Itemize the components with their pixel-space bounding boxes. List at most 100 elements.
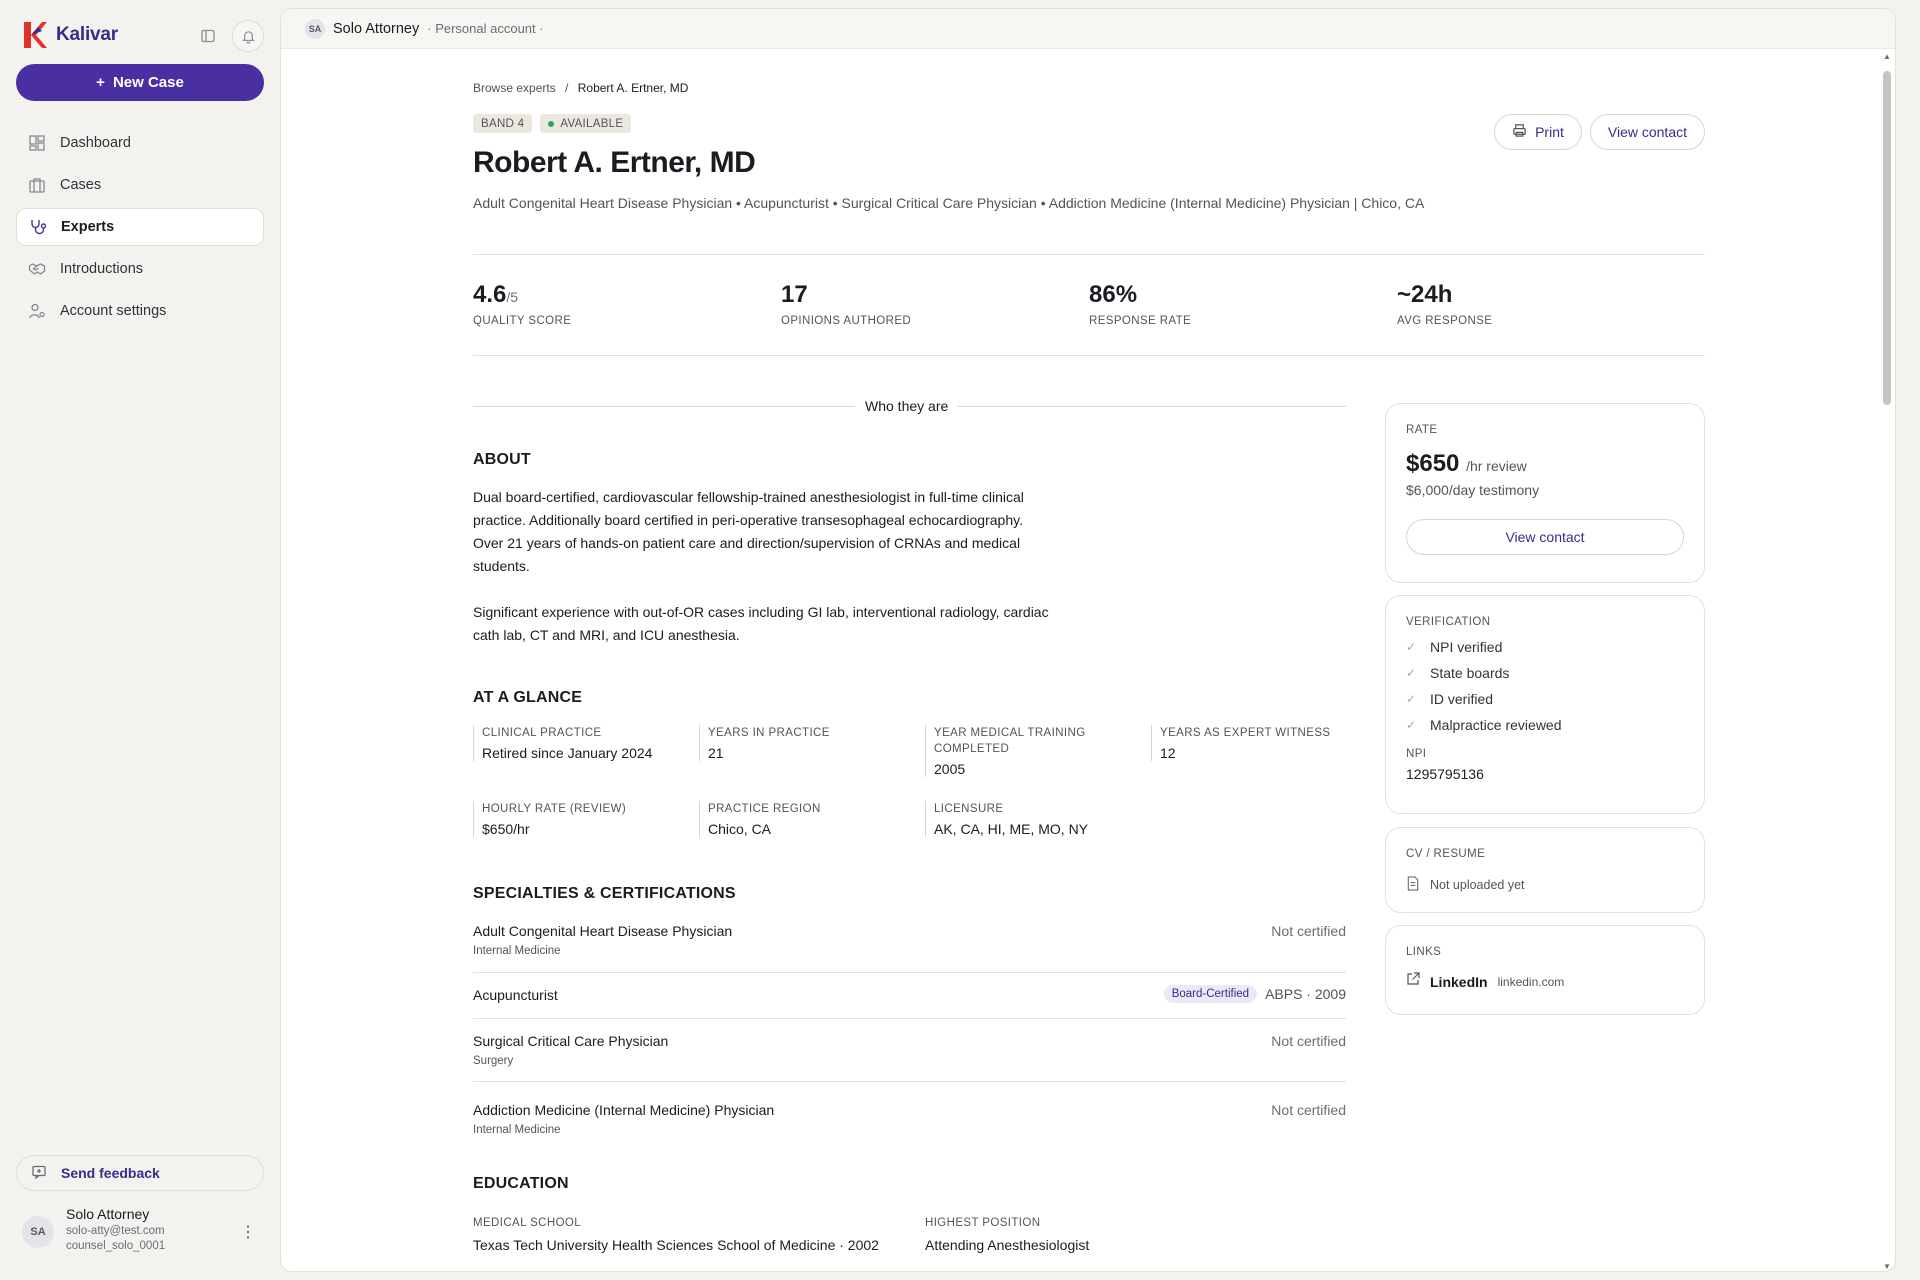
glance-hourly-rate: HOURLY RATE (REVIEW) $650/hr — [473, 801, 691, 837]
glance-value: Retired since January 2024 — [482, 745, 653, 761]
scrollbar-thumb[interactable] — [1883, 71, 1891, 405]
user-profile[interactable]: SA Solo Attorney solo-atty@test.com coun… — [22, 1206, 262, 1254]
divider-line — [957, 406, 1346, 407]
verification-text: State boards — [1430, 665, 1510, 681]
education-label: MEDICAL SCHOOL — [473, 1217, 582, 1229]
account-type: · Personal account · — [427, 21, 544, 36]
specialty-name: Adult Congenital Heart Disease Physician — [473, 923, 733, 939]
sidebar-item-dashboard[interactable]: Dashboard — [16, 124, 264, 162]
sidebar-item-label: Account settings — [60, 303, 167, 319]
about-paragraph: Dual board-certified, cardiovascular fel… — [473, 489, 1024, 574]
brand[interactable]: Kalivar — [22, 20, 118, 50]
glance-value: Chico, CA — [708, 821, 772, 837]
rate-label: RATE — [1406, 424, 1438, 436]
user-handle: counsel_solo_0001 — [66, 1240, 166, 1252]
who-they-are-heading: Who they are — [865, 398, 949, 414]
stethoscope-icon — [29, 218, 47, 236]
about-section: Dual board-certified, cardiovascular fel… — [473, 486, 1053, 647]
sidebar: Kalivar + New Case Dashboard Cases Exper… — [0, 0, 280, 1280]
sidebar-item-cases[interactable]: Cases — [16, 166, 264, 204]
stat-suffix: /5 — [506, 289, 519, 305]
glance-label: LICENSURE — [934, 803, 1004, 815]
specialties-heading: SPECIALTIES & CERTIFICATIONS — [473, 885, 736, 902]
scroll-up-arrow-icon[interactable]: ▲ — [1882, 53, 1892, 61]
divider — [473, 355, 1705, 356]
status-tags: BAND 4 AVAILABLE — [473, 114, 632, 133]
stat-value: 86% — [1089, 281, 1138, 308]
stat-avg-response: ~24h AVG RESPONSE — [1397, 281, 1705, 327]
stats-row: 4.6/5 QUALITY SCORE 17 OPINIONS AUTHORED… — [473, 281, 1705, 327]
sidebar-item-introductions[interactable]: Introductions — [16, 250, 264, 288]
glance-value: AK, CA, HI, ME, MO, NY — [934, 821, 1089, 837]
specialties-list: Adult Congenital Heart Disease Physician… — [473, 923, 1346, 1144]
kalivar-logo-icon — [24, 22, 47, 48]
cv-status: Not uploaded yet — [1430, 878, 1525, 892]
board-certified-badge: Board-Certified — [1163, 985, 1258, 1003]
glance-value: $650/hr — [482, 821, 530, 837]
list-item: Addiction Medicine (Internal Medicine) P… — [473, 1082, 1346, 1144]
glance-years-expert-witness: YEARS AS EXPERT WITNESS 12 — [1151, 725, 1351, 761]
user-email: solo-atty@test.com — [66, 1225, 165, 1237]
stat-value: 4.6 — [473, 281, 507, 308]
verification-item: ✓ ID verified — [1406, 686, 1684, 712]
npi-label: NPI — [1406, 748, 1427, 760]
glance-value: 12 — [1160, 745, 1176, 761]
glance-label: YEAR MEDICAL TRAINING COMPLETED — [934, 727, 1086, 755]
handshake-icon — [28, 260, 46, 278]
breadcrumb-browse-experts[interactable]: Browse experts — [473, 81, 556, 95]
send-feedback-button[interactable]: Send feedback — [16, 1155, 264, 1191]
sidebar-item-label: Cases — [60, 177, 102, 193]
rate-amount: $650 — [1406, 450, 1460, 477]
feedback-icon — [31, 1164, 47, 1183]
specialty-category: Surgery — [473, 1055, 514, 1067]
verification-item: ✓ State boards — [1406, 660, 1684, 686]
glance-label: YEARS IN PRACTICE — [708, 727, 830, 739]
scroll-down-arrow-icon[interactable]: ▼ — [1882, 1263, 1892, 1271]
npi-value: 1295795136 — [1406, 766, 1484, 782]
sidebar-item-experts[interactable]: Experts — [16, 208, 264, 246]
view-contact-button[interactable]: View contact — [1406, 519, 1684, 555]
profile-actions: Print View contact — [1494, 114, 1705, 150]
scrollbar[interactable]: ▲ ▼ — [1879, 49, 1895, 1271]
account-avatar: SA — [305, 18, 325, 39]
sidebar-item-account-settings[interactable]: Account settings — [16, 292, 264, 330]
divider — [473, 254, 1705, 255]
user-gear-icon — [28, 302, 46, 320]
certification-board: ABPS · 2009 — [1265, 986, 1346, 1002]
rate-unit: /hr review — [1466, 458, 1527, 474]
glance-label: HOURLY RATE (REVIEW) — [482, 803, 627, 815]
print-button[interactable]: Print — [1494, 114, 1582, 150]
printer-icon — [1512, 123, 1527, 141]
stat-value: 17 — [781, 281, 808, 308]
view-contact-button[interactable]: View contact — [1589, 114, 1705, 150]
education-label: HIGHEST POSITION — [925, 1217, 1041, 1229]
glance-value: 21 — [708, 745, 724, 761]
education-heading: EDUCATION — [473, 1175, 569, 1192]
document-icon — [1406, 876, 1420, 894]
collapse-sidebar-icon[interactable] — [192, 20, 224, 52]
rate-card: RATE $650 /hr review $6,000/day testimon… — [1385, 403, 1705, 583]
stat-label: AVG RESPONSE — [1397, 315, 1493, 327]
specialty-category: Internal Medicine — [473, 1124, 561, 1136]
check-icon: ✓ — [1406, 640, 1417, 654]
check-icon: ✓ — [1406, 718, 1417, 732]
cv-label: CV / RESUME — [1406, 848, 1486, 860]
highest-position: HIGHEST POSITION Attending Anesthesiolog… — [925, 1215, 1089, 1253]
bell-icon[interactable] — [232, 20, 264, 52]
education-value: Attending Anesthesiologist — [925, 1237, 1090, 1253]
certification-status: Not certified — [1271, 1102, 1346, 1118]
list-item: Acupuncturist Board-Certified ABPS · 200… — [473, 973, 1346, 1019]
brand-name: Kalivar — [56, 24, 118, 45]
new-case-button[interactable]: + New Case — [16, 64, 264, 101]
education-value: Texas Tech University Health Sciences Sc… — [473, 1237, 879, 1253]
linkedin-link[interactable]: LinkedIn linkedin.com — [1406, 972, 1684, 991]
account-name[interactable]: Solo Attorney — [333, 21, 419, 37]
breadcrumb-current: Robert A. Ertner, MD — [577, 81, 689, 95]
verification-item: ✓ NPI verified — [1406, 634, 1684, 660]
specialty-category: Internal Medicine — [473, 945, 561, 957]
stat-label: QUALITY SCORE — [473, 315, 572, 327]
main-panel: SA Solo Attorney · Personal account · Br… — [280, 8, 1896, 1272]
sidebar-item-label: Introductions — [60, 261, 144, 277]
more-vertical-icon[interactable]: ⋮ — [240, 1222, 256, 1242]
certification-status: Not certified — [1271, 923, 1346, 939]
